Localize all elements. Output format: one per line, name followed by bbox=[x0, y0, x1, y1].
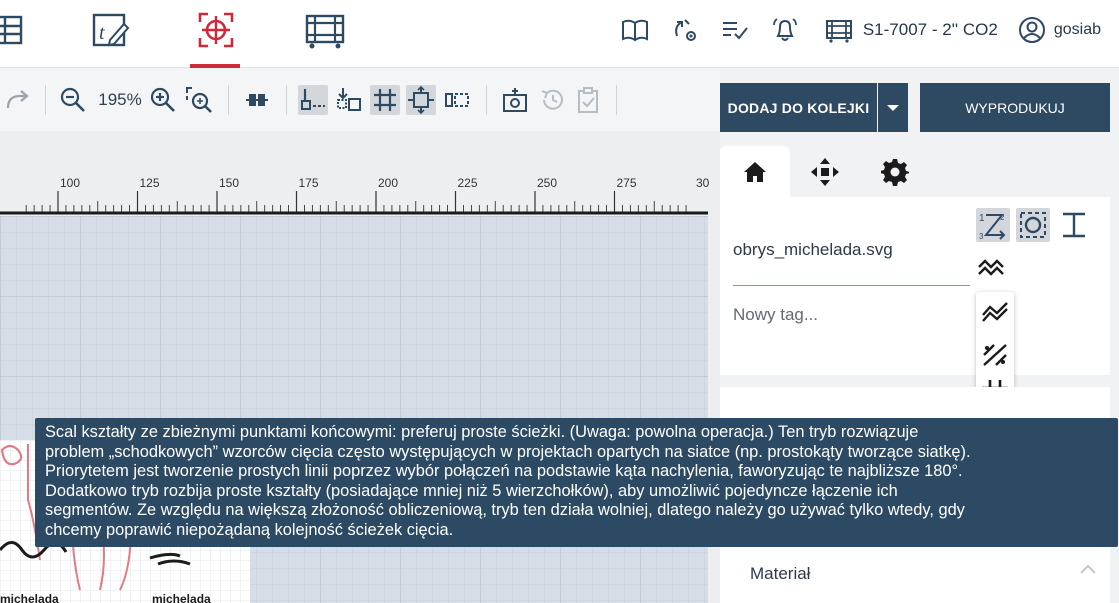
grid-icon[interactable] bbox=[370, 85, 400, 115]
redo-icon[interactable] bbox=[0, 85, 34, 115]
shape-label: michelada bbox=[152, 592, 211, 603]
tooltip-line: chcemy poprawić niepożądaną kolejność śc… bbox=[45, 520, 454, 539]
ruler-label: 100 bbox=[60, 176, 81, 190]
ruler-label: 175 bbox=[298, 176, 319, 190]
snap-bottom-icon[interactable] bbox=[298, 85, 328, 115]
queue-dropdown-button[interactable] bbox=[878, 83, 908, 132]
zoom-out-icon[interactable] bbox=[58, 85, 88, 115]
merge-paths-icon[interactable] bbox=[974, 251, 1008, 285]
zoom-in-icon[interactable] bbox=[148, 85, 178, 115]
ruler-label: 150 bbox=[219, 176, 240, 190]
zoom-fit-icon[interactable] bbox=[184, 85, 214, 115]
ruler-label: 30 bbox=[696, 176, 710, 190]
ruler-label: 200 bbox=[378, 176, 399, 190]
new-tag-input[interactable] bbox=[733, 300, 970, 330]
svg-text:1: 1 bbox=[979, 213, 985, 224]
material-label[interactable]: Materiał bbox=[750, 564, 810, 584]
sync-settings-icon[interactable] bbox=[671, 16, 699, 44]
toolbar-divider bbox=[45, 85, 46, 115]
shape-label: michelada bbox=[0, 592, 59, 603]
path-order-icon[interactable]: 123 bbox=[976, 208, 1010, 242]
home-icon bbox=[744, 162, 766, 182]
book-icon[interactable] bbox=[621, 16, 649, 44]
checklist-icon[interactable] bbox=[721, 16, 749, 44]
chevron-up-icon[interactable] bbox=[1076, 558, 1100, 582]
user-avatar-icon[interactable] bbox=[1018, 16, 1046, 44]
machine-icon bbox=[825, 16, 853, 44]
tab-settings[interactable] bbox=[860, 146, 930, 198]
move-arrows-icon bbox=[811, 158, 839, 186]
toolbar-divider bbox=[616, 85, 617, 115]
active-tab-indicator bbox=[190, 64, 240, 68]
tooltip-line: Priorytetem jest tworzenie prostych lini… bbox=[45, 462, 963, 481]
svg-text:3: 3 bbox=[979, 232, 984, 240]
tooltip-line: segmentów. Ze względu na większą złożono… bbox=[45, 501, 965, 520]
dashed-selection-icon[interactable] bbox=[442, 85, 472, 115]
canvas-toolbar: 195% bbox=[0, 69, 720, 131]
circle-select-icon[interactable] bbox=[1016, 208, 1050, 242]
properties-panel bbox=[720, 197, 1110, 375]
edit-text-icon[interactable]: t bbox=[86, 8, 134, 52]
merge-straight-icon[interactable] bbox=[978, 298, 1012, 332]
merge-diagonal-icon[interactable] bbox=[978, 338, 1012, 372]
user-name[interactable]: gosiab bbox=[1054, 21, 1101, 39]
top-right-controls: S1-7007 - 2'' CO2 gosiab bbox=[599, 12, 1101, 48]
tab-home[interactable] bbox=[720, 146, 790, 198]
merge-mode-tooltip: Scal kształty ze zbieżnymi punktami końc… bbox=[35, 418, 1118, 547]
add-to-frame-icon[interactable] bbox=[500, 85, 530, 115]
zoom-level: 195% bbox=[98, 90, 142, 109]
gear-icon bbox=[881, 159, 909, 186]
top-navigation: t S1-7007 - 2'' CO2 gosiab bbox=[0, 0, 1119, 68]
history-icon[interactable] bbox=[538, 85, 568, 115]
machine-label[interactable]: S1-7007 - 2'' CO2 bbox=[863, 20, 998, 40]
layout-icon[interactable] bbox=[0, 8, 32, 52]
tab-move[interactable] bbox=[790, 146, 860, 198]
file-name: obrys_michelada.svg bbox=[733, 240, 893, 259]
svg-text:t: t bbox=[99, 22, 105, 44]
fit-to-frame-icon[interactable] bbox=[406, 85, 436, 115]
tooltip-line: problem „schodkowych” wzorców cięcia czę… bbox=[45, 442, 971, 461]
ruler-label: 125 bbox=[139, 176, 160, 190]
toolbar-divider bbox=[286, 85, 287, 115]
target-icon[interactable] bbox=[192, 8, 240, 52]
clipboard-check-icon[interactable] bbox=[573, 85, 603, 115]
bell-icon[interactable] bbox=[771, 16, 799, 44]
add-to-queue-button[interactable]: DODAJ DO KOLEJKI bbox=[720, 83, 877, 132]
text-cursor-icon[interactable] bbox=[1057, 208, 1091, 242]
produce-button[interactable]: WYPRODUKUJ bbox=[920, 83, 1110, 132]
ruler-label: 225 bbox=[457, 176, 478, 190]
machine-frame-icon[interactable] bbox=[301, 8, 349, 52]
toolbar-divider bbox=[228, 85, 229, 115]
tooltip-line: Scal kształty ze zbieżnymi punktami końc… bbox=[45, 423, 919, 441]
horizontal-ruler bbox=[0, 191, 708, 215]
file-name-underline bbox=[733, 285, 970, 286]
ruler-label: 250 bbox=[537, 176, 558, 190]
caret-down-icon bbox=[887, 104, 899, 111]
align-center-icon[interactable] bbox=[242, 85, 272, 115]
ruler-label: 275 bbox=[616, 176, 637, 190]
laser-power-icon[interactable] bbox=[334, 85, 364, 115]
toolbar-divider bbox=[486, 85, 487, 115]
tooltip-line: Dodatkowo tryb rozbija proste kształty (… bbox=[45, 481, 898, 500]
